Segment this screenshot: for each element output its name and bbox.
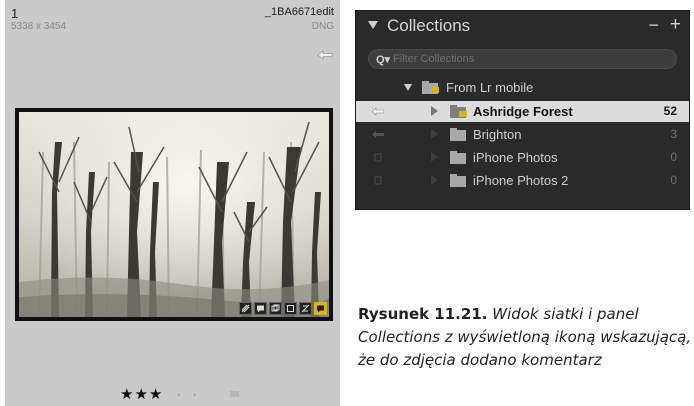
file-type: DNG: [311, 21, 334, 32]
collections-panel: Collections − + Q▾ From Lr mobile Ashrid…: [355, 10, 690, 210]
collection-set-row[interactable]: From Lr mobile: [356, 77, 689, 98]
panel-title: Collections: [387, 16, 471, 35]
metadata-icon[interactable]: [299, 302, 312, 315]
thumbnail-frame[interactable]: [15, 108, 333, 321]
comment-badge-icon[interactable]: [314, 302, 327, 315]
collection-row-brighton[interactable]: Brighton 3: [356, 124, 689, 145]
collapsed-triangle-icon[interactable]: [431, 152, 438, 162]
file-name: _1BA6671edit: [264, 6, 334, 18]
cell-index: 1: [11, 6, 19, 21]
collection-set-label: From Lr mobile: [446, 80, 534, 95]
collection-icon: [450, 151, 466, 164]
collection-label: Ashridge Forest: [473, 104, 573, 119]
grid-cell[interactable]: 1 5338 x 3454 _1BA6671edit DNG ★★★ · ·: [5, 0, 340, 406]
collection-count: 3: [670, 127, 677, 141]
filter-collections-field[interactable]: Q▾: [368, 49, 677, 69]
collection-icon: [450, 128, 466, 141]
rating-empty-dots[interactable]: · ·: [177, 388, 200, 402]
collection-icon: [450, 174, 466, 187]
collection-label: Brighton: [473, 127, 522, 142]
add-collection-button[interactable]: +: [670, 14, 681, 36]
collection-count: 0: [670, 150, 677, 164]
sync-arrow-icon: [372, 131, 384, 138]
develop-settings-icon[interactable]: [239, 302, 252, 315]
crop-icon[interactable]: [284, 302, 297, 315]
figure-caption: Rysunek 11.21. Widok siatki i panel Coll…: [358, 303, 692, 372]
sync-box-icon: [374, 153, 382, 162]
sync-arrow-icon[interactable]: [317, 50, 333, 60]
remove-collection-button[interactable]: −: [648, 15, 659, 36]
collection-count: 52: [663, 104, 677, 118]
comment-icon[interactable]: [254, 302, 267, 315]
collapsed-triangle-icon[interactable]: [431, 175, 438, 185]
collection-count: 0: [670, 173, 677, 187]
collection-row-ashridge-forest[interactable]: Ashridge Forest 52: [356, 101, 689, 122]
expanded-triangle-icon[interactable]: [404, 84, 412, 91]
color-label-swatch[interactable]: [230, 391, 239, 397]
collection-set-icon: [422, 81, 439, 94]
collapse-triangle-icon[interactable]: [368, 21, 378, 29]
collection-icon[interactable]: [269, 302, 282, 315]
collapsed-triangle-icon[interactable]: [431, 106, 438, 116]
collection-row-iphone-photos[interactable]: iPhone Photos 0: [356, 147, 689, 168]
filter-input[interactable]: [393, 51, 663, 67]
sync-box-icon: [374, 176, 382, 185]
collection-label: iPhone Photos 2: [473, 173, 569, 188]
image-dimensions: 5338 x 3454: [11, 21, 67, 32]
collection-row-iphone-photos-2[interactable]: iPhone Photos 2 0: [356, 170, 689, 191]
collection-icon: [450, 105, 467, 118]
forest-photo: [19, 112, 329, 317]
collections-panel-header[interactable]: Collections − +: [356, 11, 689, 43]
caption-lead: Rysunek 11.21.: [358, 305, 488, 323]
collapsed-triangle-icon[interactable]: [431, 129, 438, 139]
search-icon[interactable]: Q▾: [376, 53, 390, 66]
thumbnail-badges: [239, 302, 327, 315]
collection-label: iPhone Photos: [473, 150, 558, 165]
sync-arrow-icon: [372, 107, 384, 116]
rating-stars[interactable]: ★★★: [120, 385, 163, 403]
